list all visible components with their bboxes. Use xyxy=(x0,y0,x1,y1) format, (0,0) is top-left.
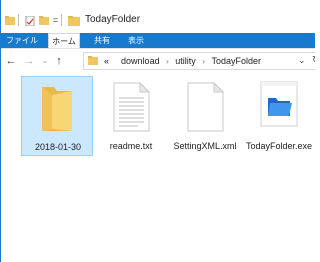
up-arrow-icon[interactable]: ↑ xyxy=(53,54,65,68)
ribbon-tabs: ファイル ホーム 共有 表示 xyxy=(1,33,315,48)
file-item-settingxml[interactable]: SettingXML.xml xyxy=(169,76,241,156)
tab-share[interactable]: 共有 xyxy=(87,33,117,48)
tab-file[interactable]: ファイル xyxy=(1,33,43,48)
file-item-readme[interactable]: readme.txt xyxy=(95,76,167,156)
file-list: 2018-01-30 readme.txt SettingXML.xml Tod… xyxy=(1,73,315,262)
file-name: SettingXML.xml xyxy=(173,141,237,151)
folder-icon xyxy=(88,56,98,65)
new-folder-icon[interactable] xyxy=(39,16,49,26)
breadcrumb-separator[interactable]: › xyxy=(202,56,205,67)
folder-icon xyxy=(68,16,80,26)
file-item-2018-01-30[interactable]: 2018-01-30 xyxy=(21,76,93,156)
breadcrumb-overflow[interactable]: « xyxy=(104,56,109,67)
address-bar[interactable]: « download › utility › TodayFolder ⌄ ↻ xyxy=(83,52,315,70)
folder-icon xyxy=(42,87,72,131)
breadcrumb-utility[interactable]: utility xyxy=(175,56,196,67)
file-item-todayfolder-exe[interactable]: TodayFolder.exe xyxy=(243,76,315,156)
breadcrumb-separator[interactable]: › xyxy=(166,56,169,67)
back-arrow-icon[interactable]: ← xyxy=(5,54,17,68)
breadcrumb: « download › utility › TodayFolder xyxy=(104,56,261,67)
properties-icon[interactable] xyxy=(25,16,35,26)
forward-arrow-icon[interactable]: → xyxy=(23,54,35,68)
qat-dropdown-icon[interactable]: = xyxy=(53,15,58,25)
tab-view[interactable]: 表示 xyxy=(121,33,151,48)
window-title: TodayFolder xyxy=(85,14,141,25)
file-name: TodayFolder.exe xyxy=(245,141,313,151)
navigation-bar: ← → ⌄ ↑ « download › utility › TodayFold… xyxy=(1,49,315,73)
recent-locations-chevron-icon[interactable]: ⌄ xyxy=(39,54,51,68)
refresh-icon[interactable]: ↻ xyxy=(312,55,315,66)
xml-file-icon xyxy=(187,82,225,132)
exe-icon xyxy=(260,81,298,127)
breadcrumb-download[interactable]: download xyxy=(121,56,160,67)
text-file-icon xyxy=(113,82,151,132)
breadcrumb-todayfolder[interactable]: TodayFolder xyxy=(212,56,262,67)
separator xyxy=(61,14,62,26)
file-name: 2018-01-30 xyxy=(34,142,82,152)
title-bar: = TodayFolder xyxy=(1,0,315,33)
folder-icon[interactable] xyxy=(5,16,15,26)
address-dropdown-icon[interactable]: ⌄ xyxy=(298,55,306,66)
file-name: readme.txt xyxy=(109,141,153,151)
tab-home[interactable]: ホーム xyxy=(48,33,80,48)
explorer-window: = TodayFolder ファイル ホーム 共有 表示 ← → ⌄ ↑ « d… xyxy=(0,0,315,262)
separator xyxy=(18,14,19,26)
